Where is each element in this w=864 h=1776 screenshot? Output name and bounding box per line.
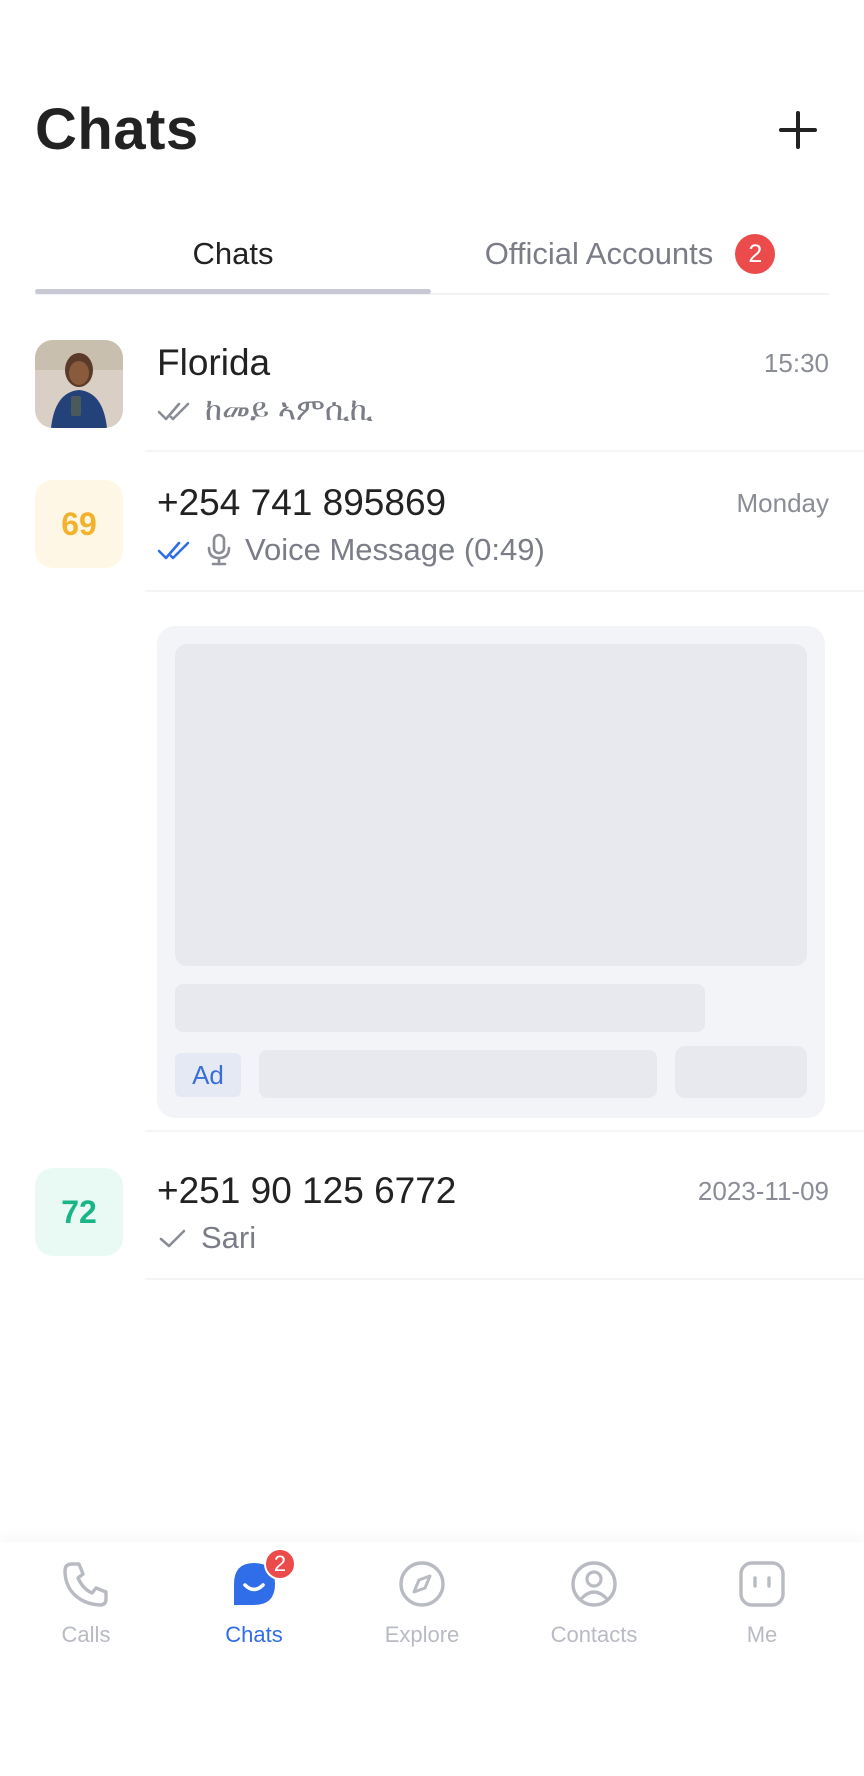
chat-time: 2023-11-09 [697,1176,829,1206]
chat-row-251[interactable]: 72 +251 90 125 6772 2023-11-09 Sari [0,1140,864,1280]
chat-name: +254 741 895869 [157,482,447,523]
ad-action-button[interactable] [675,1046,807,1098]
avatar[interactable]: 69 [35,480,123,568]
chat-time: 15:30 [763,348,829,378]
phone-icon [58,1556,114,1612]
header: Chats [0,0,864,200]
nav-explore[interactable]: Explore [336,1556,508,1666]
tab-active-indicator [35,289,431,294]
ad-card[interactable]: Ad [157,626,825,1118]
add-button[interactable] [772,104,824,156]
divider [145,590,864,592]
avatar-photo [35,340,123,428]
ad-image-placeholder [175,644,807,966]
nav-chats[interactable]: 2 Chats [168,1548,340,1666]
ad-title-placeholder [175,984,705,1032]
check-icon [159,1229,186,1248]
compass-icon [394,1556,450,1612]
nav-chats-badge: 2 [264,1548,296,1580]
avatar[interactable]: 72 [35,1168,123,1256]
tab-chats[interactable]: Chats [35,215,431,293]
tab-official-accounts[interactable]: Official Accounts 2 [431,215,829,293]
nav-label: Calls [61,1622,111,1647]
face-icon [734,1556,790,1612]
nav-label: Chats [225,1622,283,1647]
page-title: Chats [35,97,199,162]
microphone-icon [207,533,231,566]
plus-icon [779,111,817,149]
chat-preview-text: Sari [201,1220,257,1255]
chat-preview: Voice Message (0:49) [157,532,545,568]
chat-row-254[interactable]: 69 +254 741 895869 Monday Voice Message … [0,452,864,592]
nav-label: Contacts [550,1622,638,1647]
chat-preview: Sari [157,1220,256,1256]
chat-preview-text: ከመይ ኣምሲኪ [205,392,374,427]
official-accounts-badge: 2 [735,234,776,274]
ad-tag: Ad [175,1053,241,1097]
nav-label: Me [746,1622,778,1647]
chat-row-florida[interactable]: Florida 15:30 ከመይ ኣምሲኪ [0,312,864,452]
chat-bubble-icon: 2 [226,1548,296,1612]
chat-name: +251 90 125 6772 [157,1170,457,1211]
tab-chats-label: Chats [192,236,274,271]
tab-bar: Chats Official Accounts 2 [35,215,829,295]
ad-text-placeholder [259,1050,657,1098]
tab-official-accounts-label: Official Accounts [484,236,714,271]
chat-preview-text: Voice Message (0:49) [245,532,545,567]
person-circle-icon [566,1556,622,1612]
nav-calls[interactable]: Calls [0,1556,172,1666]
bottom-nav: Calls 2 Chats Explore Contacts Me [0,1542,864,1776]
nav-contacts[interactable]: Contacts [508,1556,680,1666]
chat-preview: ከመይ ኣምሲኪ [157,392,373,429]
divider [145,1278,864,1280]
double-check-icon [157,402,190,420]
nav-label: Explore [384,1622,460,1647]
divider [145,1130,864,1132]
double-check-icon [157,541,190,560]
chat-time: Monday [736,488,830,518]
chat-name: Florida [157,342,271,383]
nav-me[interactable]: Me [676,1556,848,1666]
avatar[interactable] [35,340,123,428]
